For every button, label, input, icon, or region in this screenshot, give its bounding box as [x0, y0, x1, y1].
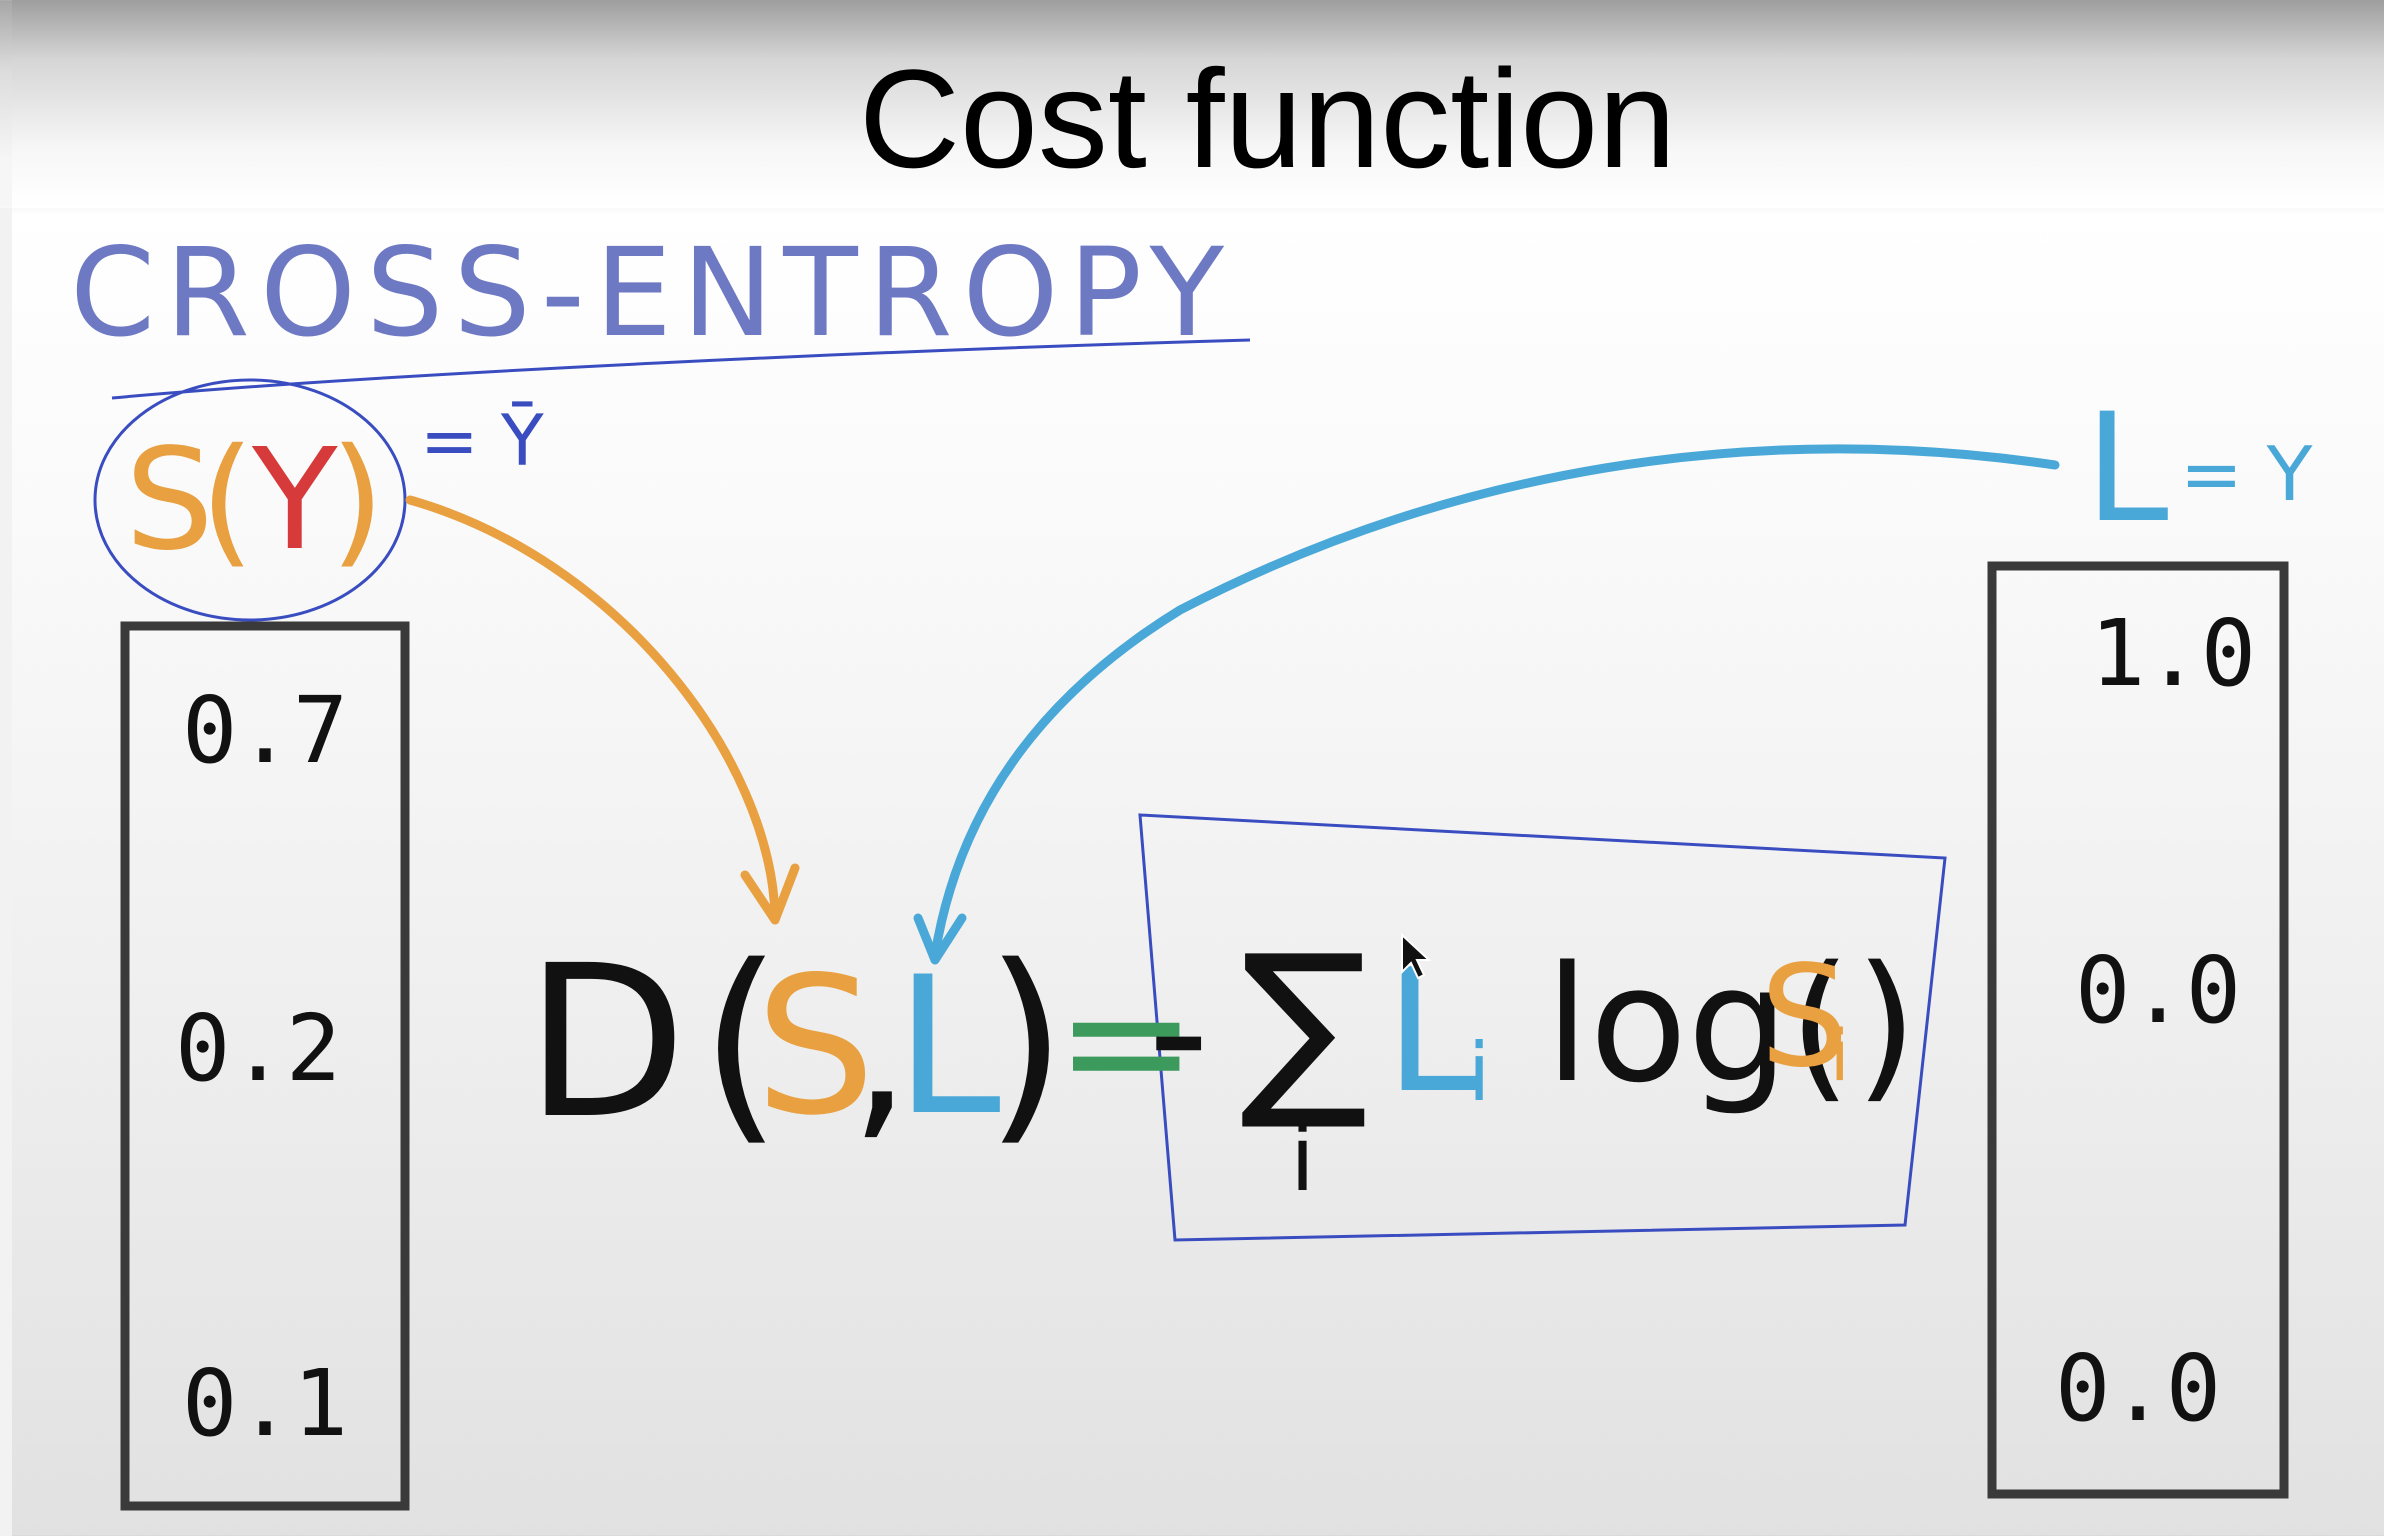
cross-entropy-heading: CROSS-ENTROPY: [70, 222, 1234, 364]
formula-index: i: [1290, 1107, 1315, 1212]
formula-log-close: ): [1855, 931, 1917, 1118]
formula-l-subscript: i: [1468, 1026, 1490, 1119]
labels-value: 0.0: [2055, 1335, 2221, 1442]
labels-label-l: L: [2085, 382, 2169, 556]
softmax-label-y: Y: [251, 419, 338, 582]
softmax-value: 0.1: [182, 1350, 348, 1457]
softmax-annotation: = Ȳ: [420, 400, 544, 482]
softmax-value: 0.7: [182, 677, 348, 784]
formula-s-subscript: i: [1830, 1015, 1849, 1097]
softmax-label-open: (: [200, 419, 255, 582]
formula-l-i: L: [1385, 933, 1480, 1131]
labels-annotation: = Y: [2180, 430, 2313, 518]
labels-arrow-line: [930, 444, 2060, 960]
softmax-value: 0.2: [175, 995, 341, 1102]
formula-minus: -: [1148, 933, 1209, 1131]
labels-value: 0.0: [2075, 937, 2241, 1044]
whiteboard-drawing: CROSS-ENTROPY S ( Y ) = Ȳ 0.7 0.2 0.1 L …: [70, 222, 2313, 1511]
softmax-label-close: ): [330, 419, 385, 582]
softmax-arrow-line: [405, 495, 780, 920]
formula-sigma: ∑: [1240, 914, 1368, 1135]
formula-d: D: [525, 920, 687, 1165]
labels-value: 1.0: [2090, 600, 2256, 707]
